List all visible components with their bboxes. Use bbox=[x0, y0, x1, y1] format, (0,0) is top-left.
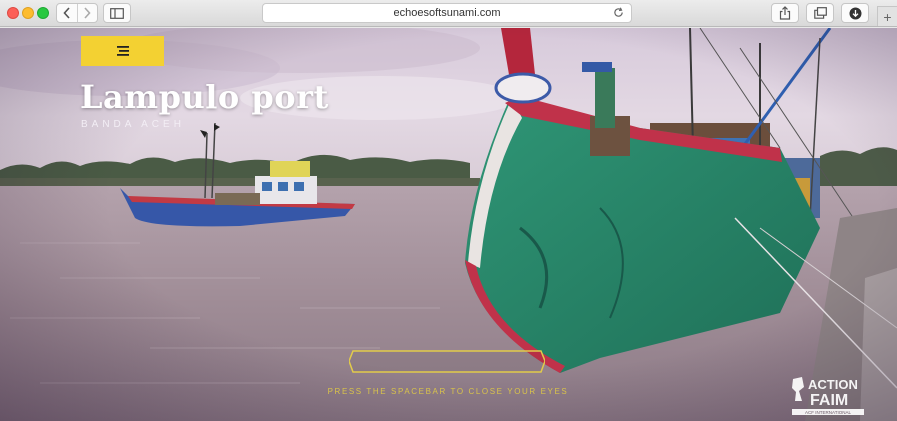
url-text: echoesoftsunami.com bbox=[393, 7, 501, 19]
share-button[interactable] bbox=[771, 3, 799, 23]
logo-line2: FAIM bbox=[810, 392, 848, 409]
share-icon bbox=[779, 6, 791, 20]
plus-icon: + bbox=[883, 8, 892, 25]
history-nav bbox=[56, 3, 98, 23]
progress-indicator bbox=[349, 350, 545, 373]
downloads-button[interactable] bbox=[841, 3, 869, 23]
web-page: Lampulo port BANDA ACEH PRESS THE SPACEB… bbox=[0, 28, 897, 421]
sidebar-icon bbox=[110, 7, 124, 19]
forward-button[interactable] bbox=[76, 4, 98, 22]
close-window-button[interactable] bbox=[7, 7, 19, 19]
back-button[interactable] bbox=[57, 4, 77, 22]
spacebar-hint: PRESS THE SPACEBAR TO CLOSE YOUR EYES bbox=[327, 387, 569, 396]
sidebar-button[interactable] bbox=[103, 3, 131, 23]
logo-tagline: ACF INTERNATIONAL bbox=[805, 410, 851, 415]
tabs-icon bbox=[813, 7, 827, 19]
hamburger-icon bbox=[116, 46, 129, 56]
page-subtitle: BANDA ACEH bbox=[81, 119, 185, 130]
address-bar[interactable]: echoesoftsunami.com bbox=[262, 3, 632, 23]
tabs-button[interactable] bbox=[806, 3, 834, 23]
browser-toolbar: echoesoftsunami.com + bbox=[0, 0, 897, 27]
chevron-right-icon bbox=[84, 7, 91, 19]
download-icon bbox=[849, 7, 861, 19]
minimize-window-button[interactable] bbox=[22, 7, 34, 19]
new-tab-button[interactable]: + bbox=[877, 6, 897, 26]
zoom-window-button[interactable] bbox=[37, 7, 49, 19]
menu-button[interactable] bbox=[81, 36, 164, 66]
reload-icon[interactable] bbox=[613, 7, 624, 18]
chevron-left-icon bbox=[63, 7, 70, 19]
page-title: Lampulo port bbox=[80, 78, 329, 116]
action-faim-logo: ACTION FAIM ACF INTERNATIONAL bbox=[792, 377, 864, 415]
logo-line1: ACTION bbox=[808, 377, 858, 392]
